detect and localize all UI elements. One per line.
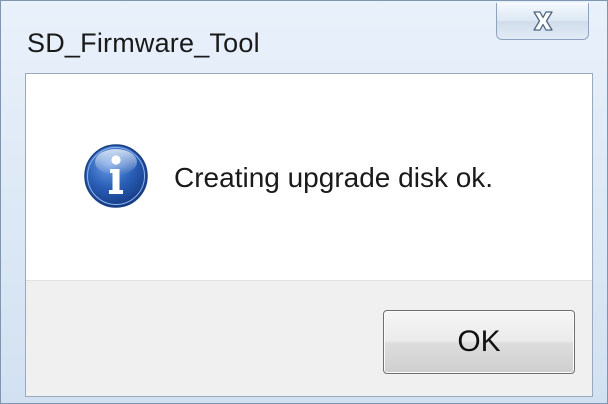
close-button[interactable]	[496, 3, 589, 40]
message-panel: Creating upgrade disk ok.	[26, 74, 592, 280]
information-icon	[84, 144, 148, 208]
dialog-message: Creating upgrade disk ok.	[174, 162, 494, 193]
button-bar: OK	[26, 280, 592, 396]
close-icon	[532, 11, 553, 31]
title-bar[interactable]: SD_Firmware_Tool	[1, 1, 607, 69]
window-title: SD_Firmware_Tool	[27, 28, 260, 58]
dialog-client-area: Creating upgrade disk ok. OK	[25, 73, 593, 397]
message-dialog-window: SD_Firmware_Tool Creating upgrade disk o…	[0, 0, 608, 404]
ok-button[interactable]: OK	[383, 310, 575, 374]
ok-button-label: OK	[457, 325, 501, 358]
